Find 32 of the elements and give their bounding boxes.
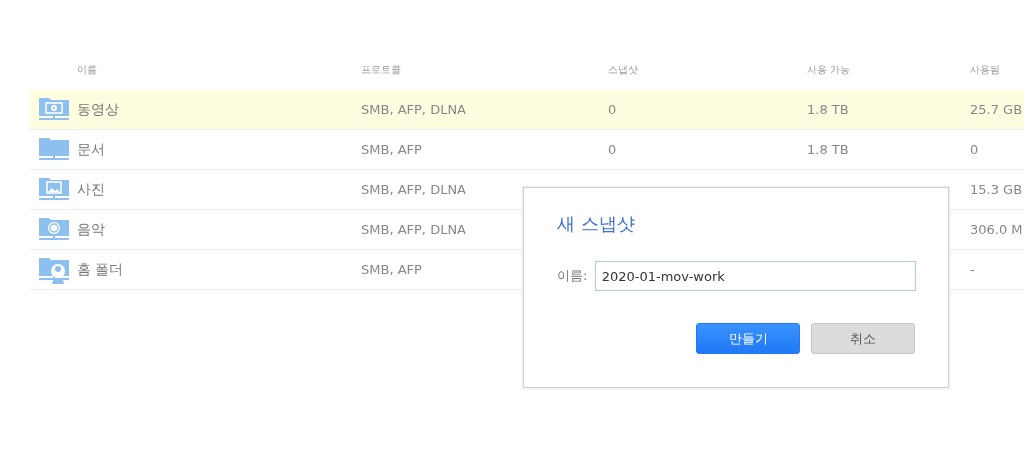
folder-name: 홈 폴더 (77, 260, 124, 277)
folder-name: 사진 (77, 180, 105, 197)
cancel-button[interactable]: 취소 (811, 323, 915, 354)
table-cell: SMB, AFP (361, 262, 422, 277)
dialog-title: 새 스냅샷 (557, 212, 636, 236)
table-cell: 25.7 GB (970, 102, 1023, 117)
table-cell: 1.8 TB (807, 102, 849, 117)
table-cell: 0 (608, 142, 617, 157)
field-label: 이름: (557, 267, 589, 285)
folder-icon (37, 255, 70, 284)
folder-name: 동영상 (77, 100, 119, 117)
create-button[interactable]: 만들기 (696, 323, 800, 354)
table-row[interactable]: 동영상 SMB, AFP, DLNA 0 1.8 TB 25.7 GB (30, 90, 1024, 130)
table-cell: - (970, 262, 975, 277)
table-row[interactable]: 문서 SMB, AFP 0 1.8 TB 0 (30, 130, 1024, 170)
folder-name: 음악 (77, 220, 105, 237)
table-cell: SMB, AFP, DLNA (361, 182, 466, 197)
table-cell: SMB, AFP, DLNA (361, 222, 466, 237)
table-cell: 1.8 TB (807, 142, 849, 157)
column-header: 사용됨 (970, 64, 1000, 75)
table-cell: 0 (608, 102, 617, 117)
table-cell: 0 (970, 142, 979, 157)
table-cell: SMB, AFP, DLNA (361, 102, 466, 117)
column-header: 스냅샷 (608, 64, 638, 75)
column-header: 사용 가능 (807, 64, 851, 75)
name-field[interactable]: 2020-01-mov-work (594, 261, 916, 291)
table-cell: SMB, AFP (361, 142, 422, 157)
table-cell: 15.3 GB (970, 182, 1023, 197)
column-header: 프로토콜 (361, 64, 401, 75)
column-header: 이름 (77, 64, 97, 75)
folder-name: 문서 (77, 140, 105, 157)
table-cell: 306.0 M (970, 222, 1023, 237)
